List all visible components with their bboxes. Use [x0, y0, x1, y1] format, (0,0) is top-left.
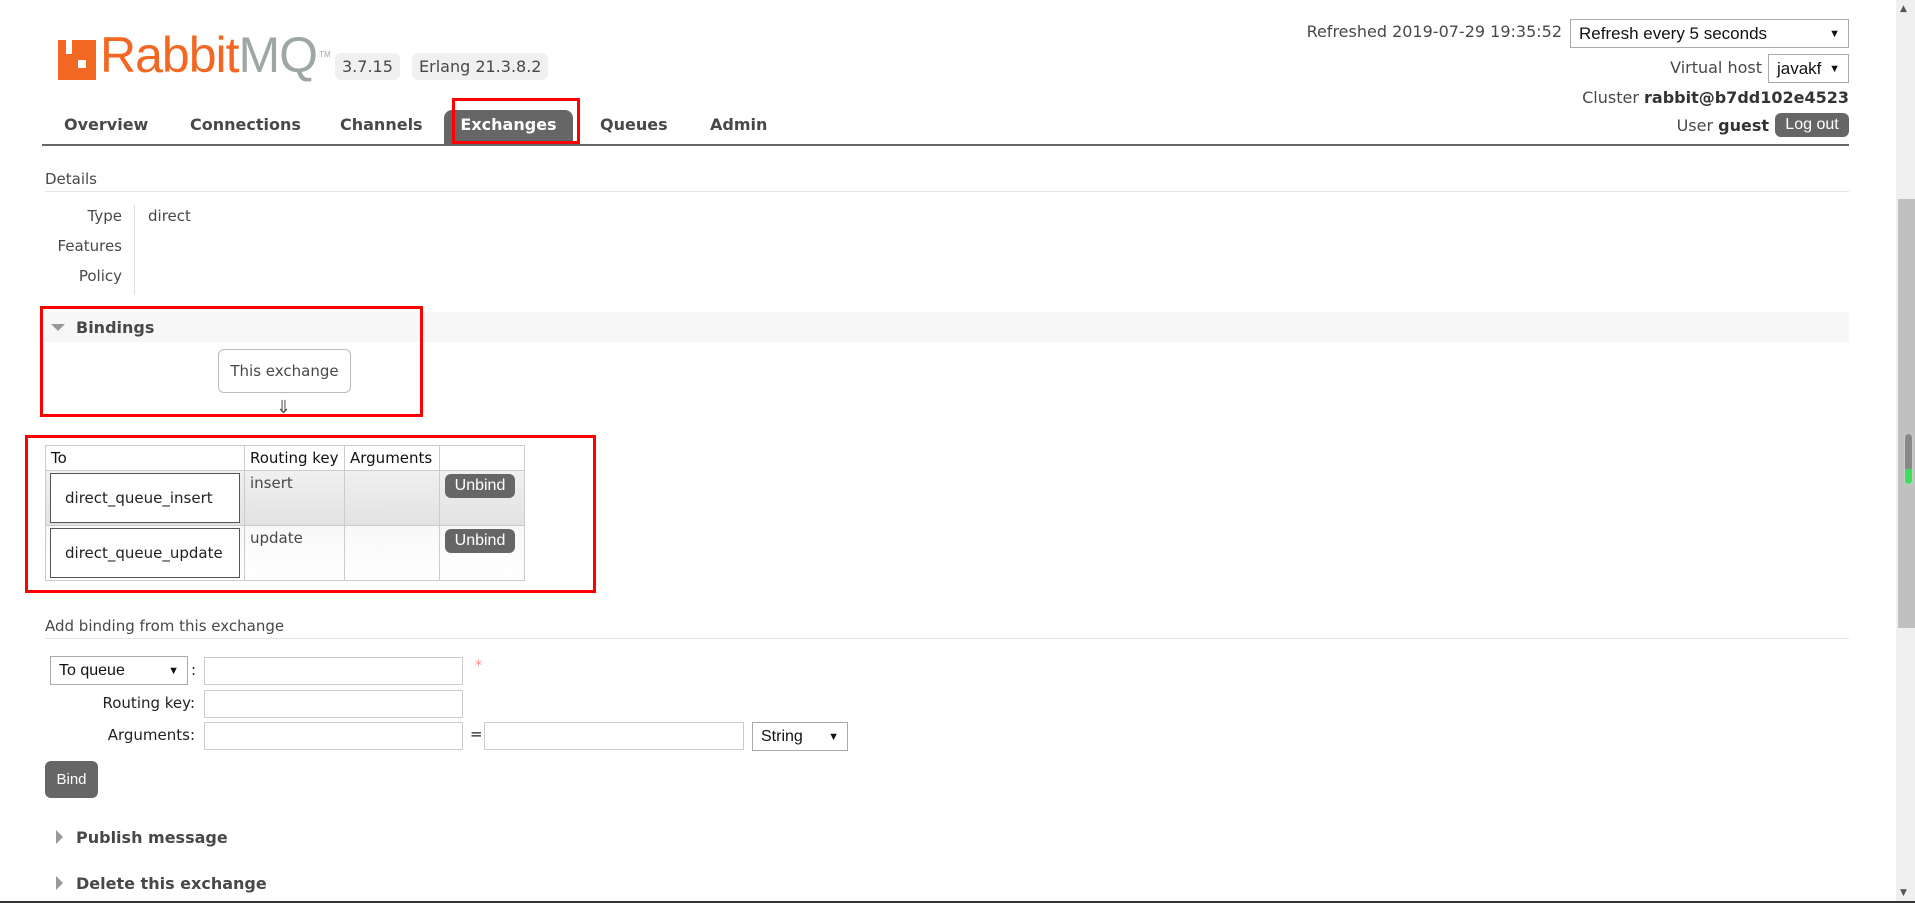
logout-button[interactable]: Log out [1775, 113, 1849, 137]
chevron-down-icon: ▼ [1829, 27, 1840, 40]
floating-widget-handle[interactable] [1904, 433, 1913, 485]
virtual-host-select[interactable]: javakf ▼ [1768, 54, 1849, 83]
details-heading: Details [45, 170, 98, 188]
scroll-down-arrow-icon[interactable]: ▼ [1900, 888, 1907, 898]
destination-type-value: To queue [59, 661, 125, 679]
nav-divider [42, 144, 1849, 146]
tab-connections[interactable]: Connections [170, 110, 321, 145]
bind-button[interactable]: Bind [45, 761, 98, 798]
required-mark: * [475, 658, 482, 674]
refresh-select-value: Refresh every 5 seconds [1579, 23, 1768, 43]
cluster-label: Cluster [1582, 88, 1639, 107]
virtual-host-value: javakf [1777, 58, 1822, 78]
user-label: User [1676, 116, 1714, 135]
cluster-info: Cluster rabbit@b7dd102e4523 [1582, 88, 1849, 107]
user-value: guest [1718, 116, 1769, 135]
logo-text: Rabbit [100, 27, 240, 83]
routing-key-input[interactable] [204, 690, 463, 718]
publish-message-heading: Publish message [76, 828, 228, 847]
delete-exchange-heading: Delete this exchange [76, 874, 267, 893]
equals-label: = [470, 725, 483, 743]
argument-type-select[interactable]: String ▼ [752, 722, 848, 751]
user-info: User guest [1677, 116, 1769, 135]
cluster-value: rabbit@b7dd102e4523 [1644, 88, 1849, 107]
expand-triangle-icon [56, 830, 63, 844]
divider [134, 205, 135, 295]
tab-channels[interactable]: Channels [320, 110, 443, 145]
version-badge: 3.7.15 [335, 53, 400, 80]
tab-overview[interactable]: Overview [44, 110, 168, 145]
destination-type-select[interactable]: To queue ▼ [50, 656, 188, 685]
delete-exchange-section-header[interactable]: Delete this exchange [45, 872, 645, 896]
destination-input[interactable] [204, 657, 463, 685]
highlight-box-table [25, 435, 596, 593]
logo-text-mq: MQ [238, 27, 319, 83]
scroll-up-arrow-icon[interactable]: ▲ [1900, 4, 1907, 14]
arguments-label: Arguments: [107, 726, 195, 744]
erlang-badge: Erlang 21.3.8.2 [412, 53, 549, 80]
features-label: Features [57, 237, 123, 255]
policy-label: Policy [78, 267, 122, 285]
routing-key-label: Routing key: [102, 694, 196, 712]
argument-value-input[interactable] [484, 722, 744, 750]
refresh-select[interactable]: Refresh every 5 seconds ▼ [1570, 19, 1849, 48]
rabbit-logo-icon [58, 40, 96, 80]
chevron-down-icon: ▼ [828, 730, 839, 743]
virtual-host-label: Virtual host [1670, 58, 1762, 77]
divider [45, 191, 1849, 192]
type-label: Type [87, 207, 122, 225]
expand-triangle-icon [56, 876, 63, 890]
refreshed-text: Refreshed 2019-07-29 19:35:52 [1306, 22, 1562, 41]
argument-key-input[interactable] [204, 722, 463, 750]
add-binding-heading: Add binding from this exchange [45, 617, 285, 635]
chevron-down-icon: ▼ [1829, 62, 1840, 75]
divider [45, 638, 1849, 639]
argument-type-value: String [761, 727, 803, 745]
logo-tm: TM [319, 50, 331, 59]
tab-admin[interactable]: Admin [690, 110, 787, 145]
rabbitmq-logo: Rabbit MQ TM [58, 30, 331, 80]
chevron-down-icon: ▼ [168, 664, 179, 677]
tab-queues[interactable]: Queues [580, 110, 688, 145]
scrollbar-thumb[interactable] [1898, 199, 1915, 628]
colon-label: : [191, 661, 197, 679]
type-value: direct [148, 207, 191, 225]
highlight-box-tab [452, 98, 580, 144]
highlight-box-bindings [40, 306, 423, 417]
publish-message-section-header[interactable]: Publish message [45, 826, 645, 850]
